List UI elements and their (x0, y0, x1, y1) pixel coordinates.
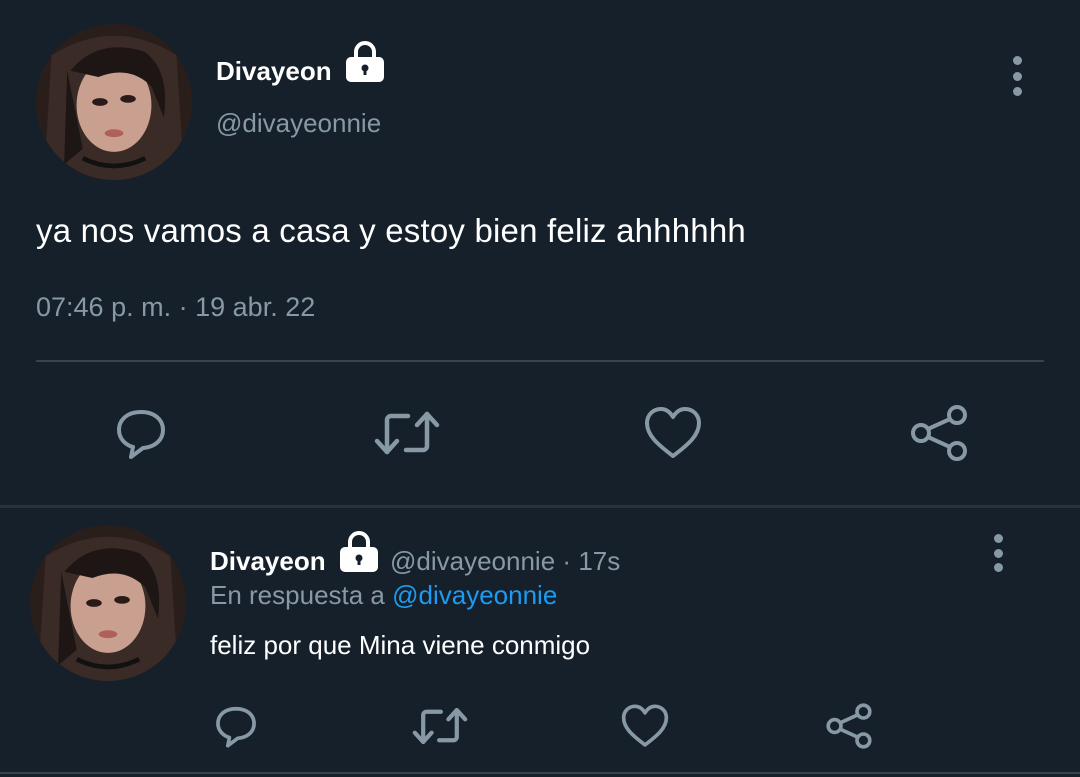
reply-share-button[interactable] (822, 700, 876, 752)
reply-retweet-button[interactable] (410, 700, 470, 752)
reply-button[interactable] (108, 400, 174, 466)
username-handle[interactable]: @divayeonnie (216, 108, 381, 139)
meta-separator: · (178, 292, 188, 322)
replying-to-label: En respuesta a (210, 580, 385, 610)
replying-to-line: En respuesta a @divayeonnie (210, 580, 557, 611)
reply-header-meta[interactable]: @divayeonnie · 17s (390, 546, 620, 577)
reply-age: 17s (578, 546, 621, 576)
bottom-divider (0, 772, 1080, 774)
retweet-button[interactable] (372, 400, 442, 466)
reply-more-options-icon[interactable] (988, 534, 1008, 572)
reply-reply-button[interactable] (210, 700, 262, 752)
like-icon (645, 407, 701, 458)
reply-icon (117, 410, 165, 459)
share-icon (826, 703, 872, 749)
lock-icon (340, 531, 378, 572)
display-name[interactable]: Divayeon (216, 56, 332, 87)
tweet-detail-page: Divayeon @divayeonnie ya nos vamos a cas… (0, 0, 1080, 777)
like-icon (621, 704, 669, 747)
meta-separator: · (562, 546, 572, 576)
more-options-icon[interactable] (1007, 56, 1027, 96)
profile-photo (36, 24, 192, 180)
reply-tweet-text: feliz por que Mina viene conmigo (210, 630, 591, 660)
share-icon (911, 405, 967, 461)
reply-like-button[interactable] (618, 700, 672, 752)
reply-username-handle: @divayeonnie (390, 546, 556, 576)
retweet-icon (412, 707, 468, 745)
reply-icon (216, 706, 256, 748)
lock-icon (346, 41, 384, 82)
like-button[interactable] (640, 400, 706, 466)
tweet-timestamp[interactable]: 07:46 p. m. · 19 abr. 22 (36, 292, 315, 323)
profile-photo (30, 525, 186, 681)
avatar[interactable] (36, 24, 192, 180)
reply-avatar[interactable] (30, 525, 186, 681)
retweet-icon (374, 411, 440, 455)
share-button[interactable] (906, 400, 972, 466)
tweet-date: 19 abr. 22 (195, 292, 316, 322)
replying-to-mention-link[interactable]: @divayeonnie (392, 580, 557, 610)
tweet-text: ya nos vamos a casa y estoy bien feliz a… (36, 212, 746, 249)
reply-display-name[interactable]: Divayeon (210, 546, 326, 577)
divider (36, 360, 1044, 362)
section-divider (0, 505, 1080, 508)
tweet-time: 07:46 p. m. (36, 292, 172, 322)
